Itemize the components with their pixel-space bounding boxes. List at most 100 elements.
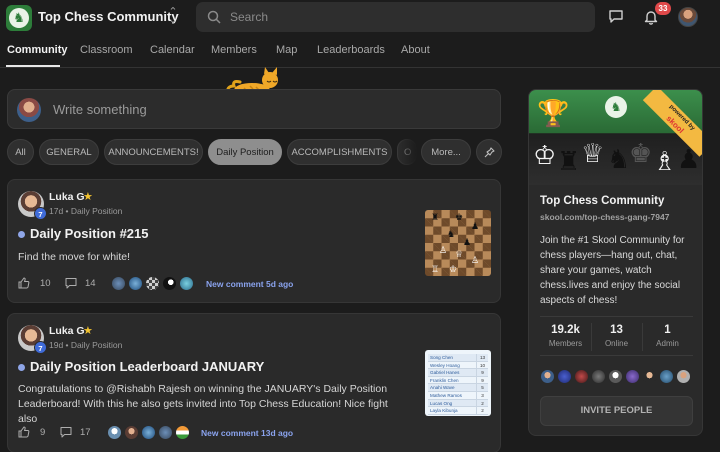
post-author[interactable]: Luka G <box>49 325 85 337</box>
member-avatar[interactable] <box>625 369 640 384</box>
chess-position-thumbnail[interactable]: ♜ ♚ ♟ ♞ ♟ ♙ ♕ ♙ ♔ ♖ <box>425 210 491 276</box>
member-avatar[interactable] <box>540 369 555 384</box>
user-avatar[interactable] <box>678 7 698 27</box>
tab-calendar[interactable]: Calendar <box>150 44 195 56</box>
black-rook-icon: ♜ <box>557 146 581 176</box>
post-meta: 17d • Daily Position <box>49 206 123 216</box>
like-button[interactable]: 9 <box>18 426 58 440</box>
commenter-avatar[interactable] <box>162 276 177 291</box>
chip-fade <box>395 139 417 165</box>
post-body: Find the move for white! <box>18 251 131 263</box>
new-comment-link[interactable]: New comment 13d ago <box>201 428 293 438</box>
chess-knight-icon: ♞ <box>9 8 29 28</box>
community-url[interactable]: skool.com/top-chess-gang-7947 <box>540 212 669 222</box>
stat-admin[interactable]: 1 Admin <box>642 324 693 348</box>
comment-icon <box>60 427 72 438</box>
member-avatar[interactable] <box>659 369 674 384</box>
filter-chip-daily-position[interactable]: Daily Position <box>208 139 282 165</box>
comment-button[interactable]: 17 <box>60 426 100 440</box>
tab-about[interactable]: About <box>401 44 430 56</box>
member-avatar[interactable] <box>591 369 606 384</box>
stat-value: 13 <box>610 324 623 336</box>
leaderboard-name: Mathew Ramos <box>430 392 462 398</box>
pin-button[interactable] <box>476 139 502 165</box>
chess-knight-icon: ♞ <box>605 96 627 118</box>
post-author[interactable]: Luka G <box>49 191 85 203</box>
search-bar[interactable] <box>196 2 595 32</box>
filter-chip-accomplishments[interactable]: ACCOMPLISHMENTS <box>287 139 392 165</box>
tab-map[interactable]: Map <box>276 44 297 56</box>
compose-placeholder[interactable]: Write something <box>53 102 147 117</box>
leaderboard-name: Gabriel Hanes <box>430 370 460 376</box>
post-body: Congratulations to @Rishabh Rajesh on wi… <box>18 383 388 425</box>
chat-icon[interactable] <box>608 9 624 24</box>
community-stats: 19.2k Members 13 Online 1 Admin <box>540 316 693 356</box>
member-avatar[interactable] <box>676 369 691 384</box>
tab-members[interactable]: Members <box>211 44 257 56</box>
commenter-avatar[interactable] <box>145 276 160 291</box>
like-button[interactable]: 10 <box>18 277 58 291</box>
leaderboard-name: Lucas Ong <box>430 400 453 406</box>
top-bar: ♞ Top Chess Community ⌃⌄ 33 <box>0 0 720 34</box>
invite-people-button[interactable]: INVITE PEOPLE <box>540 396 693 426</box>
comment-button[interactable]: 14 <box>65 277 105 291</box>
white-king-icon: ♔ <box>533 140 557 170</box>
commenter-avatar[interactable] <box>175 425 190 440</box>
leaderboard-thumbnail[interactable]: Song Chen 13 Wesley Hoang 10 Gabriel Hanes… <box>425 350 491 416</box>
leaderboard-score: 2 <box>476 407 488 414</box>
member-avatar[interactable] <box>557 369 572 384</box>
commenter-avatar[interactable] <box>179 276 194 291</box>
commenter-avatar[interactable] <box>128 276 143 291</box>
community-logo[interactable]: ♞ <box>6 5 32 31</box>
community-nav: Community Classroom Calendar Members Map… <box>0 34 720 68</box>
new-comment-link[interactable]: New comment 5d ago <box>206 279 293 289</box>
tab-classroom[interactable]: Classroom <box>80 44 133 56</box>
comment-count: 14 <box>85 278 96 289</box>
stat-value: 19.2k <box>551 324 580 336</box>
post-meta: 19d • Daily Position <box>49 340 123 350</box>
leaderboard-row: Franklin Chen 9 <box>428 376 488 385</box>
member-avatar[interactable] <box>608 369 623 384</box>
member-avatar[interactable] <box>574 369 589 384</box>
member-avatar[interactable] <box>642 369 657 384</box>
leaderboard-row: Layla Kibunja 2 <box>428 407 488 415</box>
leaderboard-score: 9 <box>476 369 488 376</box>
leaderboard-score: 13 <box>476 354 488 361</box>
community-banner: ♞ 🏆 ♔ ♜ ♕ ♞ ♚ ♗ ♟ powered by skool <box>529 90 702 185</box>
commenter-avatar[interactable] <box>107 425 122 440</box>
stat-online[interactable]: 13 Online <box>591 324 642 348</box>
commenter-avatar[interactable] <box>111 276 126 291</box>
commenter-avatar[interactable] <box>124 425 139 440</box>
post-card[interactable]: 7 Luka G ★ 19d • Daily Position Daily Po… <box>7 313 501 452</box>
tab-community[interactable]: Community <box>7 44 68 56</box>
filter-chip-announcements[interactable]: ANNOUNCEMENTS! <box>104 139 203 165</box>
post-card[interactable]: 7 Luka G ★ 17d • Daily Position Daily Po… <box>7 179 501 303</box>
community-name[interactable]: Top Chess Community <box>38 9 179 24</box>
filter-more-button[interactable]: More... <box>421 139 471 165</box>
like-count: 10 <box>40 278 51 289</box>
unread-dot <box>18 364 25 371</box>
leaderboard-row: Wesley Hoang 10 <box>428 361 488 370</box>
trophy-icon: 🏆 <box>537 98 570 128</box>
search-input[interactable] <box>230 2 580 32</box>
search-icon <box>207 10 221 24</box>
filter-chip-general[interactable]: GENERAL <box>39 139 99 165</box>
leaderboard-row: Mathew Ramos 3 <box>428 391 488 400</box>
thumbs-up-icon <box>18 426 30 438</box>
leaderboard-score: 2 <box>476 399 488 407</box>
compose-box[interactable]: Write something <box>7 89 501 129</box>
post-title[interactable]: Daily Position Leaderboard JANUARY <box>30 359 264 374</box>
community-switcher-icon[interactable]: ⌃ ⌄ <box>167 7 179 26</box>
stat-label: Admin <box>656 339 679 348</box>
star-icon: ★ <box>83 325 93 337</box>
filter-chip-all[interactable]: All <box>7 139 34 165</box>
tab-leaderboards[interactable]: Leaderboards <box>317 44 385 56</box>
thumbs-up-icon <box>18 277 30 289</box>
commenter-avatar[interactable] <box>158 425 173 440</box>
sidebar-title: Top Chess Community <box>540 195 665 207</box>
post-title[interactable]: Daily Position #215 <box>30 226 149 241</box>
stat-members[interactable]: 19.2k Members <box>540 324 591 348</box>
commenter-avatar[interactable] <box>141 425 156 440</box>
black-king-icon: ♚ <box>629 138 653 168</box>
leaderboard-name: Franklin Chen <box>430 377 459 383</box>
